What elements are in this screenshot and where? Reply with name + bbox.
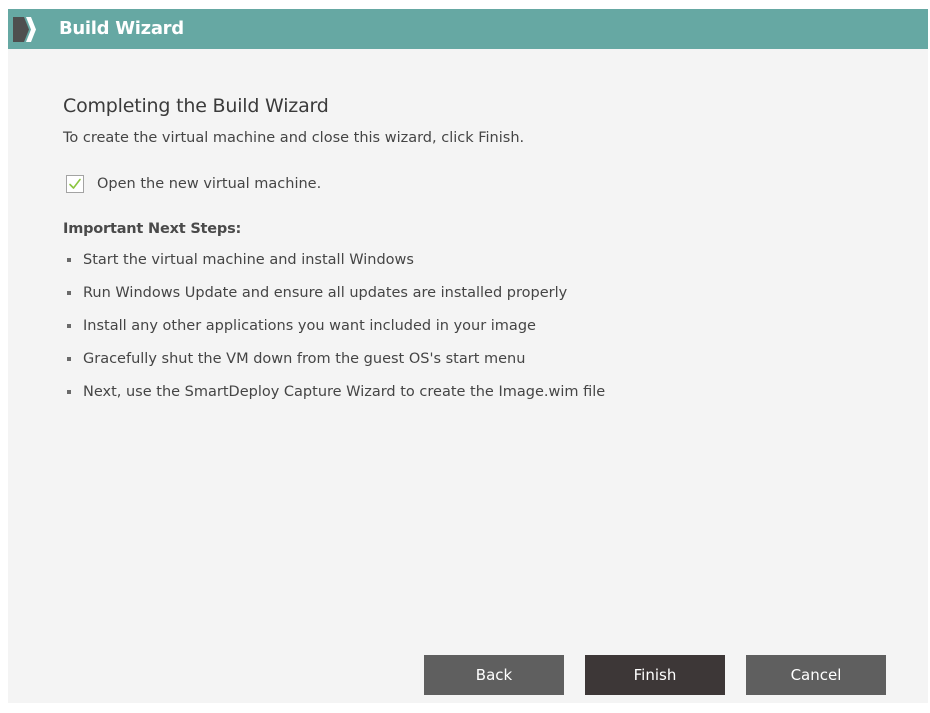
list-item: Next, use the SmartDeploy Capture Wizard…	[66, 381, 605, 414]
checkmark-icon	[69, 178, 81, 189]
page-title: Completing the Build Wizard	[63, 95, 329, 117]
finish-button[interactable]: Finish	[585, 655, 725, 695]
title-bar: Build Wizard	[8, 9, 928, 49]
step-text: Next, use the SmartDeploy Capture Wizard…	[83, 384, 606, 400]
step-text: Gracefully shut the VM down from the gue…	[83, 351, 526, 367]
window-title: Build Wizard	[59, 18, 184, 39]
step-text: Run Windows Update and ensure all update…	[83, 285, 568, 301]
step-text: Install any other applications you want …	[83, 318, 536, 334]
bullet-icon	[67, 324, 71, 328]
chevron-right-icon	[13, 17, 37, 42]
bullet-icon	[67, 291, 71, 295]
bullet-icon	[67, 357, 71, 361]
list-item: Gracefully shut the VM down from the gue…	[66, 348, 605, 381]
page-subtitle: To create the virtual machine and close …	[63, 130, 525, 146]
list-item: Install any other applications you want …	[66, 315, 605, 348]
open-vm-checkbox[interactable]: Open the new virtual machine.	[66, 175, 321, 193]
bullet-icon	[67, 390, 71, 394]
list-item: Start the virtual machine and install Wi…	[66, 249, 605, 282]
checkbox-box[interactable]	[66, 175, 84, 193]
back-button[interactable]: Back	[424, 655, 564, 695]
next-steps-list: Start the virtual machine and install Wi…	[66, 249, 605, 414]
next-steps-heading: Important Next Steps:	[63, 221, 242, 237]
checkbox-label: Open the new virtual machine.	[97, 176, 322, 192]
step-text: Start the virtual machine and install Wi…	[83, 252, 414, 268]
cancel-button[interactable]: Cancel	[746, 655, 886, 695]
build-wizard-window: Build Wizard Completing the Build Wizard…	[8, 9, 928, 703]
bullet-icon	[67, 258, 71, 262]
list-item: Run Windows Update and ensure all update…	[66, 282, 605, 315]
